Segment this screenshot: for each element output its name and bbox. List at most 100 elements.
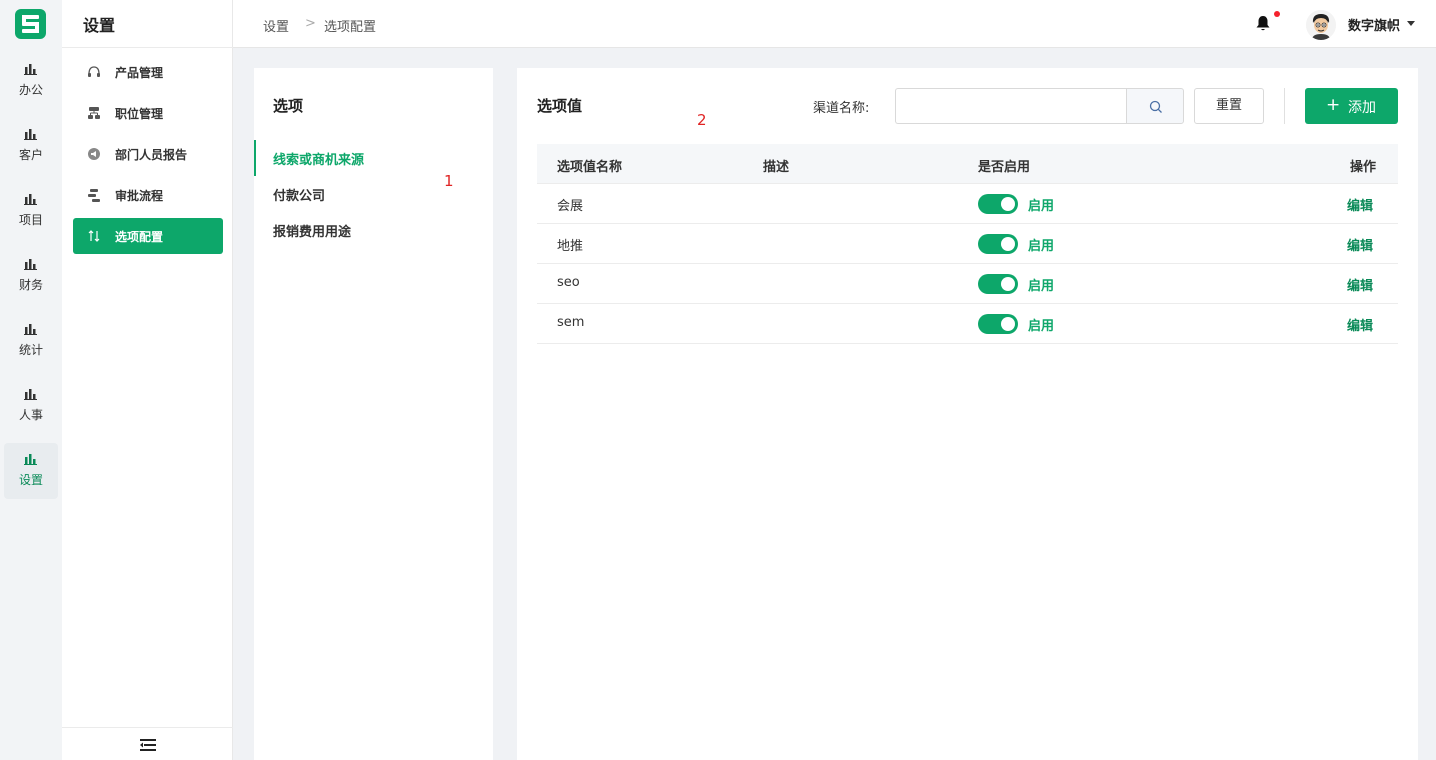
rail-item-label: 办公	[18, 83, 43, 97]
submenu-title: 设置	[83, 16, 116, 35]
toggle-knob	[1001, 237, 1015, 251]
table-row: 会展 启用 编辑	[537, 184, 1398, 224]
divider	[62, 47, 233, 48]
option-value-name: sem	[557, 315, 585, 330]
option-value-name: 会展	[557, 199, 584, 214]
add-button[interactable]: + 添加	[1305, 88, 1398, 124]
options-panel: 选项 线索或商机来源 付款公司报销费用用途 1	[254, 68, 493, 760]
breadcrumb-current: 选项配置	[324, 20, 377, 35]
option-value-name: seo	[557, 275, 580, 290]
add-button-label: 添加	[1348, 100, 1376, 116]
breadcrumb-settings[interactable]: 设置	[263, 16, 289, 35]
toggle-knob	[1001, 197, 1015, 211]
megaphone-icon	[88, 148, 100, 160]
flow-icon	[88, 189, 100, 202]
option-item[interactable]: 报销费用用途	[254, 212, 493, 248]
edit-link[interactable]: 编辑	[1347, 315, 1373, 334]
submenu-item[interactable]: 部门人员报告	[73, 136, 223, 172]
rail-item-label: 项目	[18, 213, 43, 227]
option-item-label: 线索或商机来源	[273, 153, 365, 168]
swap-icon	[88, 230, 100, 242]
column-header-enabled: 是否启用	[978, 160, 1031, 175]
edit-link[interactable]: 编辑	[1347, 275, 1373, 294]
rail-item-label: 设置	[18, 473, 43, 487]
column-header-actions: 操作	[1350, 160, 1377, 175]
submenu-item-label: 部门人员报告	[115, 148, 188, 162]
submenu-item-label: 职位管理	[115, 107, 164, 121]
submenu-item[interactable]: 职位管理	[73, 95, 223, 131]
edit-link[interactable]: 编辑	[1347, 195, 1373, 214]
enabled-status: 启用	[1028, 279, 1055, 294]
enabled-status: 启用	[1028, 239, 1055, 254]
bar-chart-icon	[24, 129, 37, 140]
divider	[1284, 88, 1285, 124]
bar-chart-icon	[24, 64, 37, 75]
headset-icon	[88, 66, 100, 77]
bar-chart-icon	[24, 259, 37, 270]
submenu-item-label: 选项配置	[115, 230, 164, 244]
option-item[interactable]: 线索或商机来源	[254, 140, 493, 176]
bell-icon[interactable]	[1255, 15, 1271, 32]
rail-item-label: 统计	[18, 343, 43, 357]
option-item-label: 报销费用用途	[273, 225, 352, 240]
breadcrumb-separator: >	[305, 16, 316, 31]
bar-chart-icon	[24, 389, 37, 400]
submenu-item[interactable]: 选项配置	[73, 218, 223, 254]
rail-item-label: 客户	[18, 148, 43, 162]
annotation-marker: 2	[697, 111, 707, 129]
enabled-toggle[interactable]	[978, 314, 1018, 334]
values-table: 选项值名称 描述 是否启用 操作 会展 启用 编辑 地推 启用 编辑 seo 启用 编辑 sem 启…	[537, 144, 1398, 344]
reset-button[interactable]: 重置	[1194, 88, 1264, 124]
rail-item[interactable]: 人事	[4, 378, 58, 434]
app-rail: 办公客户项目财务统计人事设置	[0, 0, 62, 760]
collapse-menu-icon[interactable]	[140, 737, 156, 751]
hierarchy-icon	[88, 107, 100, 119]
avatar[interactable]	[1306, 10, 1336, 40]
rail-item[interactable]: 统计	[4, 313, 58, 369]
option-item-label: 付款公司	[273, 189, 326, 204]
values-title: 选项值	[537, 97, 583, 115]
rail-item[interactable]: 办公	[4, 53, 58, 109]
enabled-status: 启用	[1028, 199, 1055, 214]
enabled-status: 启用	[1028, 319, 1055, 334]
table-row: sem 启用 编辑	[537, 304, 1398, 344]
enabled-toggle[interactable]	[978, 194, 1018, 214]
rail-item[interactable]: 客户	[4, 118, 58, 174]
values-panel: 选项值 2 渠道名称: 重置 + 添加 选项值名称 描述 是否启用 操作 会展启…	[517, 68, 1418, 760]
divider	[62, 727, 233, 728]
edit-link[interactable]: 编辑	[1347, 235, 1373, 254]
options-title: 选项	[273, 97, 304, 115]
channel-name-label: 渠道名称:	[813, 101, 870, 116]
search-button[interactable]	[1126, 88, 1184, 124]
rail-item-label: 财务	[18, 278, 43, 292]
rail-item-label: 人事	[18, 408, 43, 422]
username[interactable]: 数字旗帜	[1348, 15, 1400, 34]
app-logo[interactable]	[15, 9, 46, 39]
rail-item[interactable]: 设置	[4, 443, 58, 499]
search-icon	[1149, 100, 1162, 113]
enabled-toggle[interactable]	[978, 234, 1018, 254]
option-value-name: 地推	[557, 239, 584, 254]
column-header-description: 描述	[763, 160, 790, 175]
notification-dot	[1274, 11, 1280, 17]
table-header: 选项值名称 描述 是否启用 操作	[537, 144, 1398, 184]
enabled-toggle[interactable]	[978, 274, 1018, 294]
chevron-down-icon[interactable]	[1407, 21, 1415, 26]
rail-item[interactable]: 财务	[4, 248, 58, 304]
submenu-item[interactable]: 产品管理	[73, 54, 223, 90]
settings-submenu: 设置 产品管理职位管理部门人员报告 审批流程选项配置	[62, 0, 233, 760]
submenu-item-label: 审批流程	[115, 189, 164, 203]
column-header-name: 选项值名称	[557, 160, 623, 175]
bar-chart-icon	[24, 194, 37, 205]
bar-chart-icon	[24, 454, 37, 465]
submenu-item[interactable]: 审批流程	[73, 177, 223, 213]
submenu-item-label: 产品管理	[115, 66, 164, 80]
table-row: 地推 启用 编辑	[537, 224, 1398, 264]
annotation-marker: 1	[444, 172, 454, 190]
table-row: seo 启用 编辑	[537, 264, 1398, 304]
channel-name-input[interactable]	[895, 88, 1127, 124]
toggle-knob	[1001, 317, 1015, 331]
option-item[interactable]: 付款公司	[254, 176, 493, 212]
rail-item[interactable]: 项目	[4, 183, 58, 239]
bar-chart-icon	[24, 324, 37, 335]
